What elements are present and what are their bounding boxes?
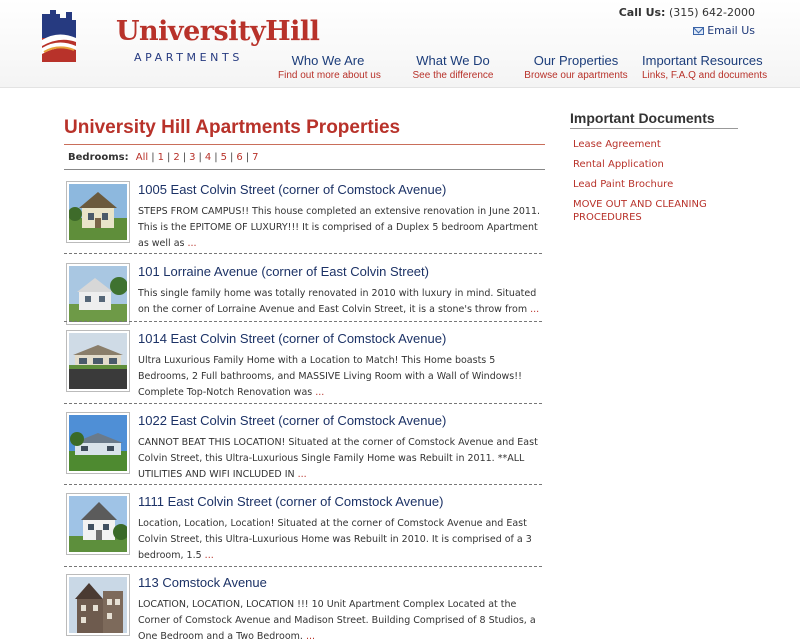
nav-title: What We Do xyxy=(416,53,490,68)
property-photo[interactable] xyxy=(66,493,130,555)
property-name-link[interactable]: 1014 East Colvin Street (corner of Comst… xyxy=(138,331,446,346)
doc-link-rental-application[interactable]: Rental Application xyxy=(573,158,743,171)
house-photo-icon xyxy=(69,333,127,389)
filter-option-all[interactable]: All xyxy=(136,152,148,163)
nav-subtitle: Links, F.A.Q and documents xyxy=(642,70,768,81)
property-description: Ultra Luxurious Family Home with a Locat… xyxy=(138,353,542,401)
property-description-text: This single family home was totally reno… xyxy=(138,288,537,315)
property-description: This single family home was totally reno… xyxy=(138,286,542,334)
house-photo-icon xyxy=(69,266,127,322)
filter-separator: | xyxy=(229,152,234,163)
filter-option-3[interactable]: 3 xyxy=(189,152,195,163)
property-description-text: Location, Location, Location! Situated a… xyxy=(138,518,532,561)
doc-link-move-out-procedures[interactable]: MOVE OUT AND CLEANING PROCEDURES xyxy=(573,198,743,224)
nav-important-resources[interactable]: Important Resources Links, F.A.Q and doc… xyxy=(642,53,768,81)
site-logo[interactable]: UniversityHill APARTMENTS xyxy=(40,8,320,68)
site-header: UniversityHill APARTMENTS Call Us: (315)… xyxy=(0,0,800,88)
property-photo[interactable] xyxy=(66,412,130,474)
filter-separator: | xyxy=(198,152,202,163)
doc-link-lease-agreement[interactable]: Lease Agreement xyxy=(573,138,743,151)
listing-divider xyxy=(64,566,542,567)
doc-link-lead-paint-brochure[interactable]: Lead Paint Brochure xyxy=(573,178,743,191)
page-title: University Hill Apartments Properties xyxy=(64,117,401,138)
filter-option-7[interactable]: 7 xyxy=(252,152,258,163)
nav-subtitle: Browse our apartments xyxy=(524,70,628,81)
brand-word-hill: Hill xyxy=(265,16,320,47)
property-description: Location, Location, Location! Situated a… xyxy=(138,516,542,564)
main-nav: Who We Are Find out more about us What W… xyxy=(270,53,770,83)
house-photo-icon xyxy=(69,184,127,240)
house-photo-icon xyxy=(69,415,127,471)
nav-subtitle: See the difference xyxy=(412,70,494,81)
property-listing: 1111 East Colvin Street (corner of Comst… xyxy=(66,493,542,571)
title-divider xyxy=(64,144,545,145)
contact-block: Call Us: (315) 642-2000 Email Us xyxy=(619,6,755,37)
sidebar-divider xyxy=(570,128,738,129)
envelope-icon xyxy=(693,27,705,35)
property-name-link[interactable]: 1022 East Colvin Street (corner of Comst… xyxy=(138,413,446,428)
read-more-link[interactable]: ... xyxy=(315,387,324,398)
logo-emblem-icon xyxy=(42,10,76,62)
bedrooms-filter-label: Bedrooms: xyxy=(68,152,129,163)
property-description-text: LOCATION, LOCATION, LOCATION !!! 10 Unit… xyxy=(138,599,536,641)
property-photo[interactable] xyxy=(66,263,130,325)
filter-separator: | xyxy=(214,152,218,163)
listing-divider xyxy=(64,484,542,485)
filter-option-5[interactable]: 5 xyxy=(221,152,227,163)
bedrooms-filter: Bedrooms: All | 1 | 2 | 3 | 4 | 5 | 6 | 7 xyxy=(68,152,258,163)
read-more-link[interactable]: ... xyxy=(188,238,197,249)
property-description: CANNOT BEAT THIS LOCATION! Situated at t… xyxy=(138,435,542,483)
property-name-link[interactable]: 1005 East Colvin Street (corner of Comst… xyxy=(138,182,446,197)
property-photo[interactable] xyxy=(66,330,130,392)
filter-option-1[interactable]: 1 xyxy=(158,152,164,163)
listing-divider xyxy=(64,403,542,404)
read-more-link[interactable]: ... xyxy=(530,304,539,315)
filter-divider xyxy=(64,169,545,170)
nav-title: Who We Are xyxy=(291,53,365,68)
phone-number: (315) 642-2000 xyxy=(668,6,755,19)
documents-list: Lease Agreement Rental Application Lead … xyxy=(573,138,743,231)
property-listing: 113 Comstock Avenue LOCATION, LOCATION, … xyxy=(66,574,542,641)
filter-option-6[interactable]: 6 xyxy=(236,152,242,163)
filter-option-2[interactable]: 2 xyxy=(173,152,179,163)
listing-divider xyxy=(64,321,542,322)
filter-separator: | xyxy=(182,152,187,163)
property-photo[interactable] xyxy=(66,574,130,636)
call-label: Call Us: xyxy=(618,6,666,19)
house-photo-icon xyxy=(69,577,127,633)
property-description: STEPS FROM CAMPUS!! This house completed… xyxy=(138,204,542,252)
brand-subtitle: APARTMENTS xyxy=(134,51,243,64)
property-name-link[interactable]: 101 Lorraine Avenue (corner of East Colv… xyxy=(138,264,429,279)
nav-what-we-do[interactable]: What We Do See the difference xyxy=(403,53,503,81)
nav-title: Important Resources xyxy=(642,53,763,68)
property-photo[interactable] xyxy=(66,181,130,243)
nav-our-properties[interactable]: Our Properties Browse our apartments xyxy=(524,53,628,81)
property-description-text: STEPS FROM CAMPUS!! This house completed… xyxy=(138,206,541,249)
property-description-text: CANNOT BEAT THIS LOCATION! Situated at t… xyxy=(138,437,538,480)
brand-wordmark: UniversityHill xyxy=(116,16,320,47)
property-listing: 1014 East Colvin Street (corner of Comst… xyxy=(66,330,542,408)
filter-option-4[interactable]: 4 xyxy=(205,152,211,163)
brand-word-university: University xyxy=(116,16,266,47)
property-listing: 1005 East Colvin Street (corner of Comst… xyxy=(66,181,542,259)
nav-title: Our Properties xyxy=(533,53,619,68)
listing-divider xyxy=(64,253,542,254)
nav-who-we-are[interactable]: Who We Are Find out more about us xyxy=(278,53,381,81)
read-more-link[interactable]: ... xyxy=(298,469,307,480)
filter-separator: | xyxy=(166,152,171,163)
nav-subtitle: Find out more about us xyxy=(278,70,381,81)
property-description-text: Ultra Luxurious Family Home with a Locat… xyxy=(138,355,522,398)
property-name-link[interactable]: 113 Comstock Avenue xyxy=(138,575,267,590)
filter-separator: | xyxy=(245,152,250,163)
house-photo-icon xyxy=(69,496,127,552)
email-link[interactable]: Email Us xyxy=(619,24,755,37)
read-more-link[interactable]: ... xyxy=(306,631,315,641)
read-more-link[interactable]: ... xyxy=(205,550,214,561)
sidebar-title: Important Documents xyxy=(570,110,715,126)
property-name-link[interactable]: 1111 East Colvin Street (corner of Comst… xyxy=(138,494,443,509)
property-listing: 1022 East Colvin Street (corner of Comst… xyxy=(66,412,542,490)
email-label: Email Us xyxy=(707,24,755,37)
property-description: LOCATION, LOCATION, LOCATION !!! 10 Unit… xyxy=(138,597,542,641)
filter-separator: | xyxy=(151,152,155,163)
